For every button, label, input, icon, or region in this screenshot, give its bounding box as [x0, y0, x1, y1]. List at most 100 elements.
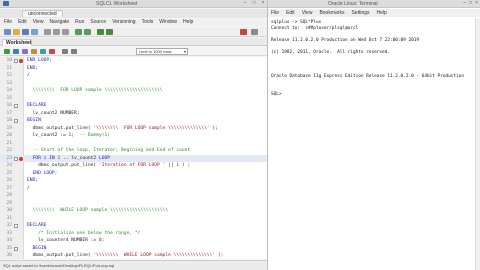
fold-toggle-icon[interactable]	[14, 156, 18, 161]
line-number: 26	[6, 178, 12, 183]
line-number: 27	[6, 185, 12, 191]
code-text: DECLARE	[27, 102, 46, 110]
fold-toggle-icon[interactable]	[14, 224, 18, 228]
code-line[interactable]: 36 dbms_output.put_line( '\\\\\\\\ WHILE…	[0, 252, 267, 259]
code-line[interactable]: 12 /	[0, 72, 267, 80]
fold-toggle-icon[interactable]	[14, 59, 18, 63]
code-line[interactable]: 17 lv_count2 NUMBER;	[0, 110, 267, 118]
settings-icon[interactable]	[251, 29, 258, 35]
document-tabs: Worksheet ×	[0, 38, 267, 46]
code-token: );	[215, 253, 224, 258]
code-editor[interactable]: 10 END LOOP; 11 END; 12/13 14 \\\\\\\\ FOR LO…	[0, 57, 267, 259]
code-line[interactable]: 33 /* Initialize one below the range, */	[0, 230, 267, 238]
close-icon[interactable]: ×	[260, 1, 266, 6]
connection-icon[interactable]	[240, 29, 247, 35]
minimize-icon[interactable]: –	[242, 1, 248, 6]
code-line[interactable]: 35 BEGIN	[0, 245, 267, 253]
close-tab-icon[interactable]: ×	[26, 40, 29, 46]
code-text: END LOOP;	[27, 170, 58, 178]
code-line[interactable]: 20 lv_count2 := 1; -- Dummy(1)	[0, 132, 267, 140]
commit-icon[interactable]	[40, 49, 46, 54]
line-number: 34	[6, 238, 12, 243]
code-line[interactable]: 26 END;	[0, 177, 267, 185]
terminal-menu-view[interactable]: View	[302, 9, 313, 17]
terminal-output[interactable]: sqlplus -> SQL*Plus Connect to: c##pluser…	[268, 18, 480, 270]
menu-tools[interactable]: Tools	[142, 19, 154, 26]
menu-versioning[interactable]: Versioning	[112, 19, 135, 26]
code-line[interactable]: 19 dbms_output.put_line( '\\\\\\\\ FOR L…	[0, 125, 267, 133]
code-line[interactable]: 30 \\\\\\\\ WHILE LOOP sample \\\\\\\\\\…	[0, 207, 267, 215]
code-line[interactable]: 15	[0, 95, 267, 103]
terminal-line: Oracle Database 11g Express Edition Rele…	[271, 74, 464, 79]
code-token: DECLARE	[27, 103, 47, 108]
terminal-scrollbar[interactable]	[475, 18, 480, 270]
code-line[interactable]: 18 BEGIN	[0, 117, 267, 125]
terminal-window-title: Oracle Linux: Terminal	[328, 1, 378, 7]
code-line[interactable]: 22 -- Start of the loop, Iterator, Begin…	[0, 147, 267, 155]
terminal-menu-bookmarks[interactable]: Bookmarks	[319, 9, 344, 17]
cut-icon[interactable]	[44, 29, 51, 35]
breakpoint-icon[interactable]	[19, 156, 23, 161]
menu-view[interactable]: View	[33, 19, 44, 26]
redo-icon[interactable]	[84, 29, 91, 35]
explain-plan-icon[interactable]	[31, 49, 37, 54]
fold-toggle-icon[interactable]	[14, 119, 18, 123]
clear-icon[interactable]	[62, 49, 68, 54]
code-line[interactable]: 25 END LOOP;	[0, 170, 267, 178]
code-line[interactable]: 13	[0, 80, 267, 88]
fold-toggle-icon[interactable]	[14, 246, 18, 251]
line-number: 24	[6, 163, 12, 168]
code-line[interactable]: 21	[0, 140, 267, 148]
code-token: ;	[71, 133, 80, 138]
terminal-menu-edit[interactable]: Edit	[286, 9, 295, 17]
save-icon[interactable]	[22, 29, 29, 35]
code-line[interactable]: 34 lv_counter4 NUMBER := 0;	[0, 237, 267, 245]
paste-icon[interactable]	[62, 29, 69, 35]
maximize-icon[interactable]: □	[469, 1, 472, 6]
menu-help[interactable]: Help	[183, 19, 193, 26]
fold-toggle-icon[interactable]	[14, 104, 18, 108]
code-line[interactable]: 27 /	[0, 185, 267, 193]
copy-icon[interactable]	[53, 29, 60, 35]
open-folder-icon[interactable]	[13, 29, 20, 35]
code-line[interactable]: 23 FOR i IN 1 .. lv_count2 LOOP	[0, 154, 267, 162]
code-line[interactable]: 11 END;	[0, 65, 267, 73]
menu-source[interactable]: Source	[90, 19, 106, 26]
code-line[interactable]: 32 DECLARE	[0, 222, 267, 230]
run-statement-icon[interactable]	[4, 49, 10, 54]
menu-file[interactable]: File	[4, 19, 12, 26]
undo-icon[interactable]	[75, 29, 82, 35]
maximize-icon[interactable]: □	[251, 1, 257, 6]
code-line[interactable]: 14 \\\\\\\\ FOR LOOP sample \\\\\\\\\\\\…	[0, 87, 267, 95]
worksheet-tab[interactable]: Worksheet ×	[2, 39, 32, 46]
forward-icon[interactable]	[106, 29, 113, 35]
code-line[interactable]: 31	[0, 215, 267, 223]
line-number: 35	[6, 245, 12, 251]
back-icon[interactable]	[97, 29, 104, 35]
close-icon[interactable]: ×	[475, 1, 478, 6]
terminal-menu-settings[interactable]: Settings	[351, 9, 369, 17]
menu-window[interactable]: Window	[159, 19, 177, 26]
breakpoint-icon[interactable]	[19, 59, 23, 63]
code-line[interactable]: 10 END LOOP;	[0, 57, 267, 65]
terminal-menu-help[interactable]: Help	[377, 9, 387, 17]
code-line[interactable]: 24 dbms_output.put_line( 'Iteration of F…	[0, 162, 267, 170]
code-token: END LOOP;	[27, 58, 52, 63]
minimize-icon[interactable]: –	[463, 1, 466, 6]
new-file-icon[interactable]	[4, 29, 11, 35]
run-script-icon[interactable]	[13, 49, 19, 54]
code-line[interactable]: 29	[0, 200, 267, 208]
terminal-menu-file[interactable]: File	[271, 9, 279, 17]
rollback-icon[interactable]	[49, 49, 55, 54]
menu-edit[interactable]: Edit	[18, 19, 27, 26]
editor-menubar: File Edit View Navigate Run Source Versi…	[0, 19, 267, 26]
autotrace-icon[interactable]	[22, 49, 28, 54]
history-icon[interactable]	[71, 49, 77, 54]
menu-run[interactable]: Run	[75, 19, 84, 26]
tab-unconnected[interactable]: unconnected	[22, 10, 63, 17]
save-all-icon[interactable]	[31, 29, 38, 35]
code-line[interactable]: 16 DECLARE	[0, 102, 267, 110]
code-line[interactable]: 28	[0, 192, 267, 200]
row-limit-select[interactable]: Limit to 1000 rows ▾	[136, 48, 188, 55]
menu-navigate[interactable]: Navigate	[49, 19, 69, 26]
